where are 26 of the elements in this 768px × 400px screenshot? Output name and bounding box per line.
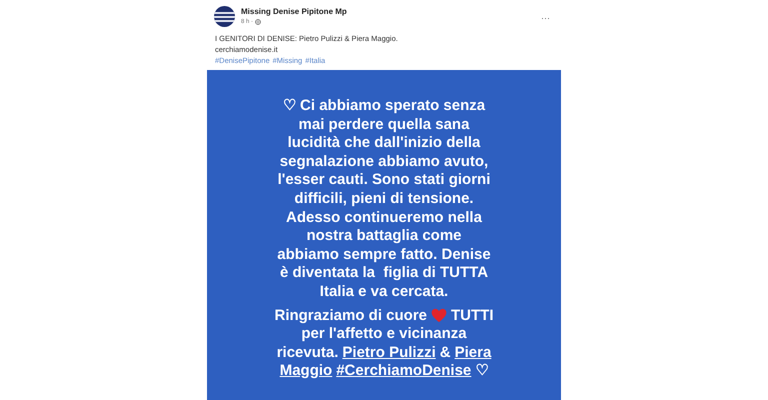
image-text: abbiamo sempre fatto. Denise	[277, 246, 491, 264]
globe-icon	[255, 19, 262, 25]
image-text: ricevuta.	[276, 344, 338, 362]
page-avatar[interactable]	[214, 6, 235, 27]
image-text: è diventata la figlia di TUTTA	[280, 264, 488, 283]
image-text: nostra battaglia come	[306, 227, 462, 246]
heart-icon	[431, 308, 448, 324]
mention-link[interactable]: #CerchiamoDenise	[336, 362, 472, 381]
image-text: lucidità che dall'inizio della	[288, 134, 480, 153]
page-name[interactable]: Missing Denise Pipitone Mp	[241, 6, 535, 18]
image-text: per l'affetto e vicinanza	[301, 325, 467, 344]
image-text: difficili, pieni di tensione.	[294, 190, 474, 209]
image-text: ♡	[475, 362, 488, 381]
image-text: segnalazione abbiamo avuto,	[280, 152, 488, 172]
image-text: Ringraziamo di cuore	[274, 306, 428, 326]
image-text: Italia e va cercata.	[320, 282, 448, 302]
image-text: mai perdere quella sana	[298, 116, 470, 134]
mention-link[interactable]: Maggio	[280, 362, 332, 381]
image-text: &	[440, 344, 451, 362]
image-text: Adesso continueremo nella	[286, 208, 482, 228]
image-text: l'esser cauti. Sono stati giorni	[278, 171, 490, 190]
mention-link[interactable]: Piera	[454, 344, 492, 362]
more-options-button[interactable]: ···	[541, 12, 550, 26]
mention-link[interactable]: Pietro Pulizzi	[342, 344, 436, 362]
image-text: ♡ Ci abbiamo sperato senza	[282, 97, 486, 116]
image-text: TUTTI	[451, 306, 494, 326]
